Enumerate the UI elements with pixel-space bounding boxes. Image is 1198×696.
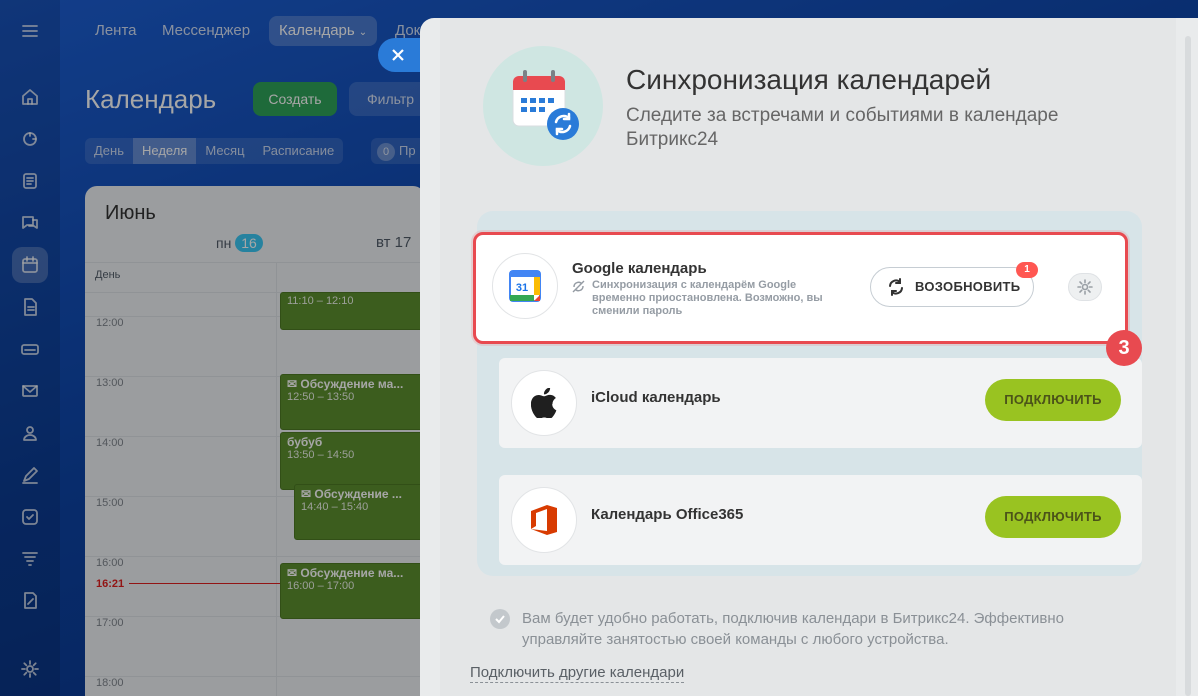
google-icon-date: 31: [516, 282, 528, 294]
info-note: Вам будет удобно работать, подключив кал…: [490, 608, 1110, 650]
office365-card: Календарь Office365 ПОДКЛЮЧИТЬ: [499, 475, 1142, 565]
google-calendar-icon: 31: [492, 253, 558, 319]
gear-icon: [1077, 279, 1093, 295]
office365-name: Календарь Office365: [591, 506, 744, 523]
panel-title: Синхронизация календарей: [626, 64, 992, 95]
icloud-name: iCloud календарь: [591, 389, 721, 406]
sync-panel-body: Синхронизация календарей Следите за встр…: [440, 18, 1176, 696]
office365-connect-button[interactable]: ПОДКЛЮЧИТЬ: [985, 496, 1121, 538]
sync-paused-icon: [572, 280, 585, 297]
close-icon: [392, 49, 404, 61]
google-calendar-card: 31 Google календарь Синхронизация с кале…: [473, 232, 1128, 344]
sync-panel: Синхронизация календарей Следите за встр…: [420, 18, 1198, 696]
icloud-card: iCloud календарь ПОДКЛЮЧИТЬ: [499, 358, 1142, 448]
renew-button[interactable]: ВОЗОБНОВИТЬ: [870, 267, 1034, 307]
calendar-sync-icon: [483, 46, 603, 166]
panel-subtitle: Следите за встречами и событиями в кален…: [626, 105, 1059, 150]
google-name: Google календарь: [572, 260, 707, 277]
panel-scrollbar[interactable]: [1185, 36, 1191, 696]
connect-other-calendars-link[interactable]: Подключить другие календари: [470, 664, 685, 683]
google-settings-button[interactable]: [1068, 273, 1102, 301]
renew-label: ВОЗОБНОВИТЬ: [915, 279, 1021, 294]
office365-icon: [511, 487, 577, 553]
check-icon: [490, 609, 510, 629]
notification-badge: 1: [1016, 262, 1038, 278]
google-warning: Синхронизация с календарём Google времен…: [572, 279, 852, 318]
apple-icon: [511, 370, 577, 436]
google-warning-text: Синхронизация с календарём Google времен…: [592, 279, 823, 317]
step-marker: 3: [1106, 330, 1142, 366]
icloud-connect-button[interactable]: ПОДКЛЮЧИТЬ: [985, 379, 1121, 421]
refresh-icon: [889, 278, 903, 296]
info-note-text: Вам будет удобно работать, подключив кал…: [522, 610, 1065, 648]
